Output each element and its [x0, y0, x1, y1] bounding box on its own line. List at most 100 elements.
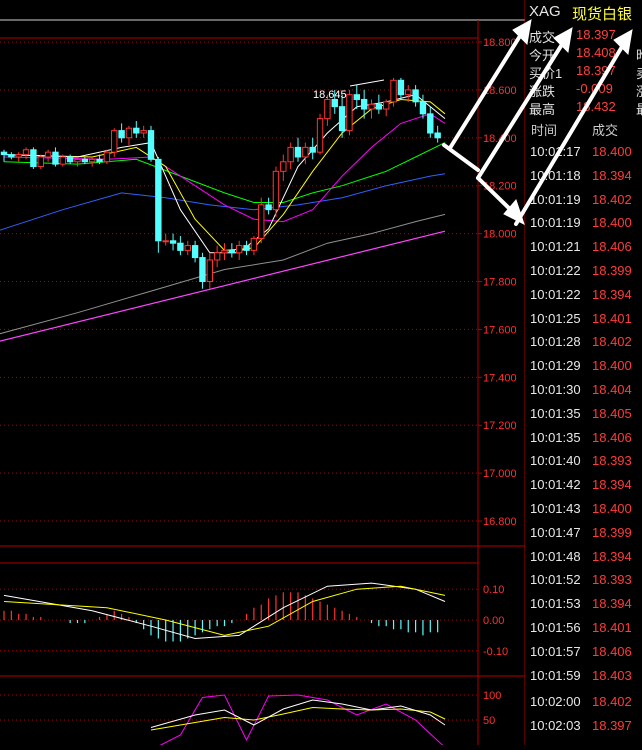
candle-body — [228, 249, 236, 254]
quote-extra: 昨 — [636, 45, 642, 64]
candle-body — [265, 204, 272, 211]
candle-body — [111, 130, 118, 153]
tick-row: 10:01:19 18.402 — [526, 188, 642, 211]
candle-body — [125, 127, 133, 139]
tick-time: 10:01:29 — [530, 358, 581, 374]
tick-time: 10:01:43 — [530, 501, 581, 516]
ma30-line — [3, 142, 446, 203]
candle-body — [338, 106, 346, 132]
candle-body — [52, 151, 59, 165]
tick-time: 10:01:19 — [530, 215, 581, 231]
col-time-header: 时间 — [531, 123, 558, 138]
tick-time: 10:01:42 — [530, 477, 581, 493]
candle-body — [22, 149, 30, 156]
candle-body — [397, 79, 405, 96]
price-axis-label: 18.400 — [483, 133, 517, 145]
price-axis-label: 17.400 — [483, 372, 517, 384]
tick-price: 18.399 — [592, 263, 632, 278]
tick-time: 10:01:53 — [530, 596, 581, 612]
tick-row: 10:01:47 18.399 — [526, 521, 642, 544]
candle-body — [118, 130, 125, 139]
candle-body — [427, 113, 434, 134]
tick-price: 18.393 — [592, 453, 632, 469]
tick-time: 10:01:52 — [530, 572, 581, 588]
tick-row: 10:01:30 18.404 — [526, 378, 642, 401]
candle-body — [169, 240, 177, 244]
tick-price: 18.401 — [592, 310, 632, 326]
tick-time: 10:01:19 — [530, 191, 581, 207]
ma10-line — [3, 98, 446, 251]
candle-body — [412, 89, 419, 103]
tick-price: 18.403 — [592, 667, 632, 683]
candle-body — [390, 79, 397, 103]
tick-row: 10:01:59 18.403 — [526, 664, 642, 687]
candle-body — [96, 158, 103, 163]
candle-body — [44, 151, 52, 158]
instrument-header: XAG 现货白银 — [526, 0, 642, 24]
tick-time: 10:01:40 — [530, 453, 581, 469]
price-axis-label: 17.800 — [483, 277, 517, 289]
candle-body — [59, 156, 66, 165]
tick-time: 10:01:47 — [530, 524, 581, 540]
macd-axis-label: -0.10 — [483, 646, 508, 658]
tick-time: 10:01:35 — [530, 405, 581, 421]
tick-time: 10:01:35 — [530, 429, 581, 445]
candle-body — [309, 146, 316, 153]
candle-body — [8, 154, 15, 158]
candle-body — [375, 103, 383, 110]
tick-price: 18.406 — [592, 643, 632, 659]
tick-row: 10:01:22 18.394 — [526, 283, 642, 306]
tick-time: 10:01:17 — [530, 144, 581, 159]
kline-chart[interactable]: 18.800 18.600 18.400 18.200 18.000 17.800 17.6… — [0, 0, 526, 750]
macd-axis-label: 0.00 — [483, 615, 504, 627]
quote-value: 18.397 — [576, 63, 616, 78]
kline-chart-area[interactable]: 18.800 18.600 18.400 18.200 18.000 17.800 17.6… — [0, 0, 526, 750]
candle-body — [353, 94, 361, 100]
tick-price: 18.400 — [592, 501, 632, 516]
candle-body — [74, 158, 81, 163]
quote-extra: 最 — [636, 99, 642, 118]
quote-extra: 涨 — [636, 81, 642, 100]
tick-price: 18.393 — [592, 572, 632, 588]
quote-row: 成交 18.397 — [526, 27, 642, 45]
candle-body — [221, 249, 228, 254]
tick-price: 18.397 — [592, 718, 632, 734]
tick-row: 10:01:43 18.400 — [526, 497, 642, 520]
tick-time: 10:02:00 — [530, 694, 581, 710]
tick-price: 18.402 — [592, 191, 632, 207]
tick-row: 10:01:53 18.394 — [526, 592, 642, 615]
tick-price: 18.406 — [592, 239, 632, 255]
candle-body — [206, 259, 214, 283]
quote-row: 买价1 18.397 卖 — [526, 63, 642, 81]
tick-row: 10:01:17 18.400 — [526, 140, 642, 163]
candle-body — [294, 146, 302, 158]
quote-row: 涨跌 -0.009 涨 — [526, 81, 642, 100]
tick-price: 18.401 — [592, 620, 632, 635]
tick-price: 18.405 — [592, 405, 632, 421]
kdj-k-line — [150, 699, 446, 728]
high-marker-label: 18.645 — [313, 89, 347, 101]
candle-body — [405, 89, 412, 96]
candle-body — [250, 237, 258, 251]
tick-time: 10:02:03 — [530, 718, 581, 734]
kdj-axis-label: 50 — [483, 715, 495, 727]
tick-price: 18.400 — [592, 215, 632, 231]
candle-body — [140, 130, 147, 134]
col-price-header: 成交 — [592, 123, 619, 138]
macd-dea-line — [3, 585, 446, 636]
tick-row: 10:01:48 18.394 — [526, 545, 642, 568]
candle-body — [162, 240, 169, 243]
candle-body — [302, 146, 309, 158]
tick-price: 18.400 — [592, 144, 632, 159]
quote-value: 18.397 — [576, 27, 616, 42]
quote-label: 买价1 — [529, 66, 563, 81]
candle-body — [434, 132, 441, 139]
tick-price: 18.394 — [592, 286, 632, 302]
tick-price: 18.402 — [592, 334, 632, 350]
tick-time: 10:01:48 — [530, 548, 581, 564]
price-axis-label: 17.200 — [483, 420, 517, 432]
candle-body — [243, 245, 250, 251]
tick-row: 10:01:57 18.406 — [526, 640, 642, 663]
tick-row: 10:01:42 18.394 — [526, 473, 642, 496]
tick-price: 18.394 — [592, 167, 632, 183]
